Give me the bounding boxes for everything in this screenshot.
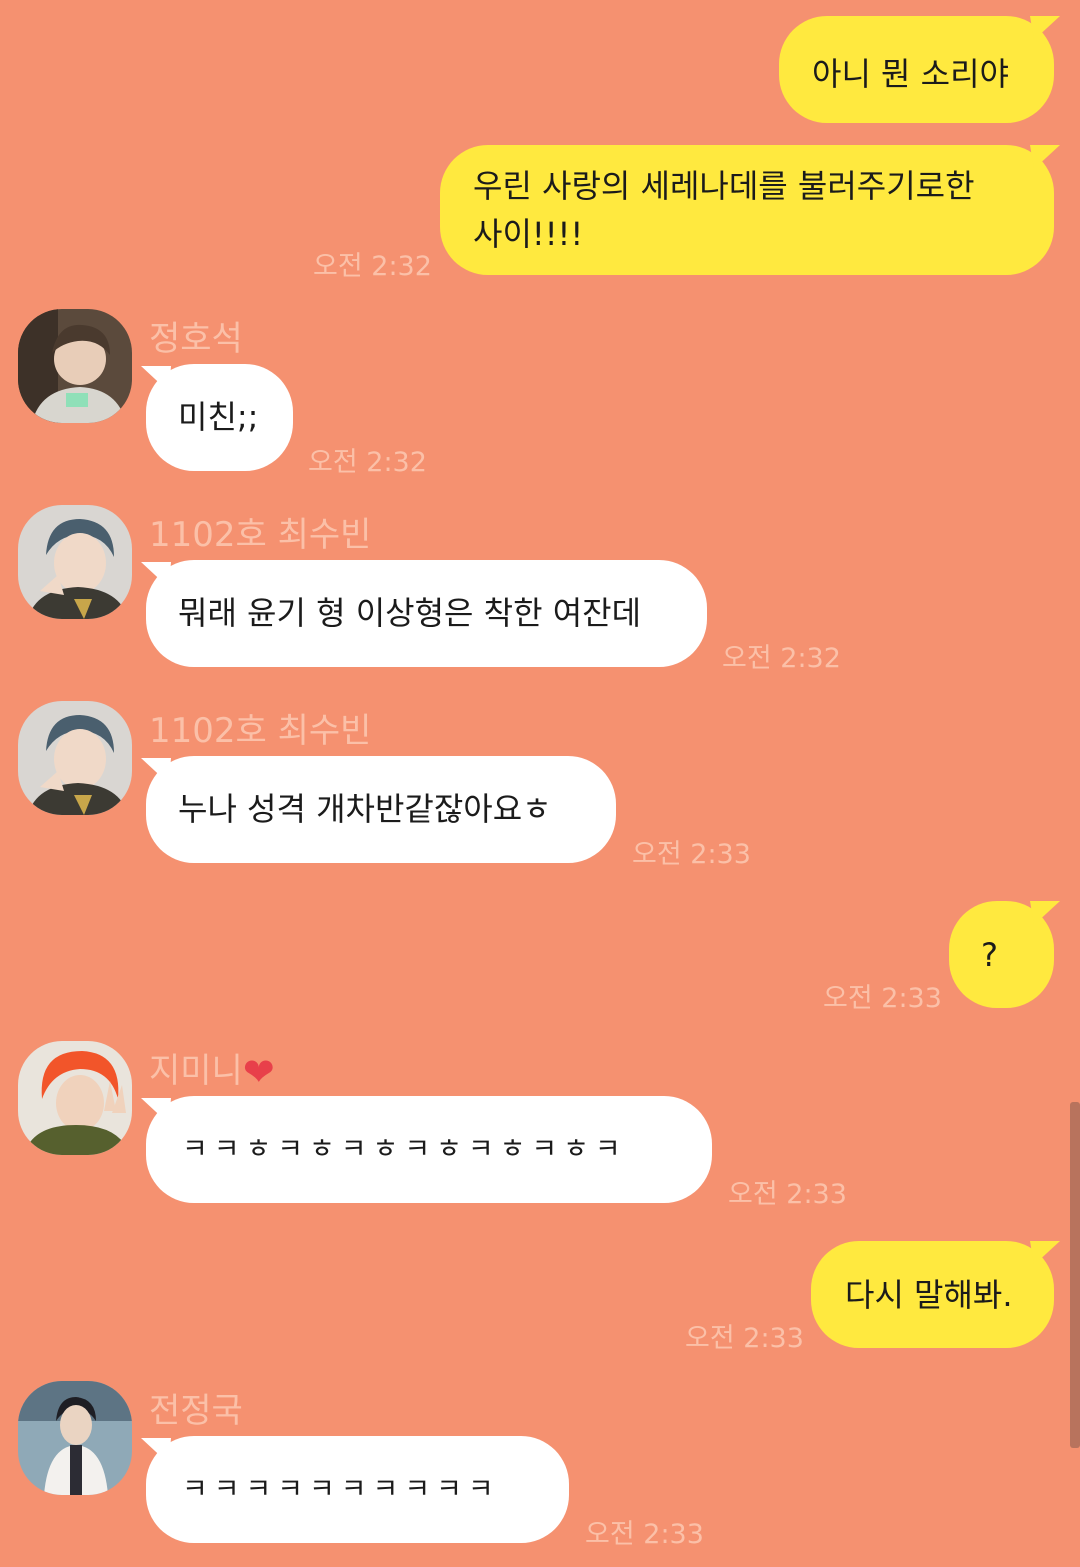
message-time: 오전 2:32 <box>308 447 427 478</box>
message-time: 오전 2:32 <box>313 251 432 282</box>
message-text: ㅋㅋㅎㅋㅎㅋㅎㅋㅎㅋㅎㅋㅎㅋ <box>182 1132 627 1165</box>
message-text: 누나 성격 개차반같잖아요ㅎ <box>178 790 552 828</box>
message-time: 오전 2:32 <box>722 643 841 674</box>
heart-icon: ❤ <box>242 1050 275 1094</box>
other-message-bubble[interactable]: ㅋㅋㅋㅋㅋㅋㅋㅋㅋㅋ <box>146 1436 569 1543</box>
message-text-line: 사이!!!! <box>473 215 584 253</box>
avatar[interactable] <box>18 1041 132 1155</box>
message-text: 아니 뭔 소리야 <box>812 55 1009 93</box>
message-text: 뭐래 윤기 형 이상형은 착한 여잔데 <box>178 594 642 632</box>
sender-name: 1102호 최수빈 <box>149 515 372 555</box>
message-time: 오전 2:33 <box>585 1519 704 1550</box>
message-text: ? <box>981 936 998 974</box>
message-time: 오전 2:33 <box>823 983 942 1014</box>
my-message-bubble[interactable]: 아니 뭔 소리야 <box>779 16 1054 123</box>
avatar[interactable] <box>18 701 132 815</box>
other-message-bubble[interactable]: 미친;; <box>146 364 293 471</box>
avatar[interactable] <box>18 309 132 423</box>
sender-name-text: 지미니 <box>149 1051 243 1091</box>
bubble-tail <box>1030 145 1060 169</box>
other-message-bubble[interactable]: 누나 성격 개차반같잖아요ㅎ <box>146 756 616 863</box>
bubble-tail <box>1030 901 1060 925</box>
message-time: 오전 2:33 <box>728 1179 847 1210</box>
avatar[interactable] <box>18 1381 132 1495</box>
bubble-tail <box>1030 16 1060 40</box>
message-text-line: 우린 사랑의 세레나데를 불러주기로한 <box>473 167 975 205</box>
bubble-tail <box>1030 1241 1060 1265</box>
sender-name: 지미니❤ <box>149 1043 275 1094</box>
avatar[interactable] <box>18 505 132 619</box>
sender-name: 전정국 <box>149 1391 243 1431</box>
message-text: ㅋㅋㅋㅋㅋㅋㅋㅋㅋㅋ <box>182 1472 500 1505</box>
sender-name: 1102호 최수빈 <box>149 711 372 751</box>
scrollbar[interactable] <box>1070 1102 1080 1448</box>
other-message-bubble[interactable]: 뭐래 윤기 형 이상형은 착한 여잔데 <box>146 560 707 667</box>
my-message-bubble[interactable]: 우린 사랑의 세레나데를 불러주기로한 사이!!!! <box>440 145 1054 275</box>
other-message-bubble[interactable]: ㅋㅋㅎㅋㅎㅋㅎㅋㅎㅋㅎㅋㅎㅋ <box>146 1096 712 1203</box>
message-text: 다시 말해봐. <box>845 1276 1013 1314</box>
sender-name: 정호석 <box>149 319 243 359</box>
message-time: 오전 2:33 <box>632 839 751 870</box>
message-text: 미친;; <box>178 398 259 436</box>
message-time: 오전 2:33 <box>685 1323 804 1354</box>
my-message-bubble[interactable]: 다시 말해봐. <box>811 1241 1054 1348</box>
